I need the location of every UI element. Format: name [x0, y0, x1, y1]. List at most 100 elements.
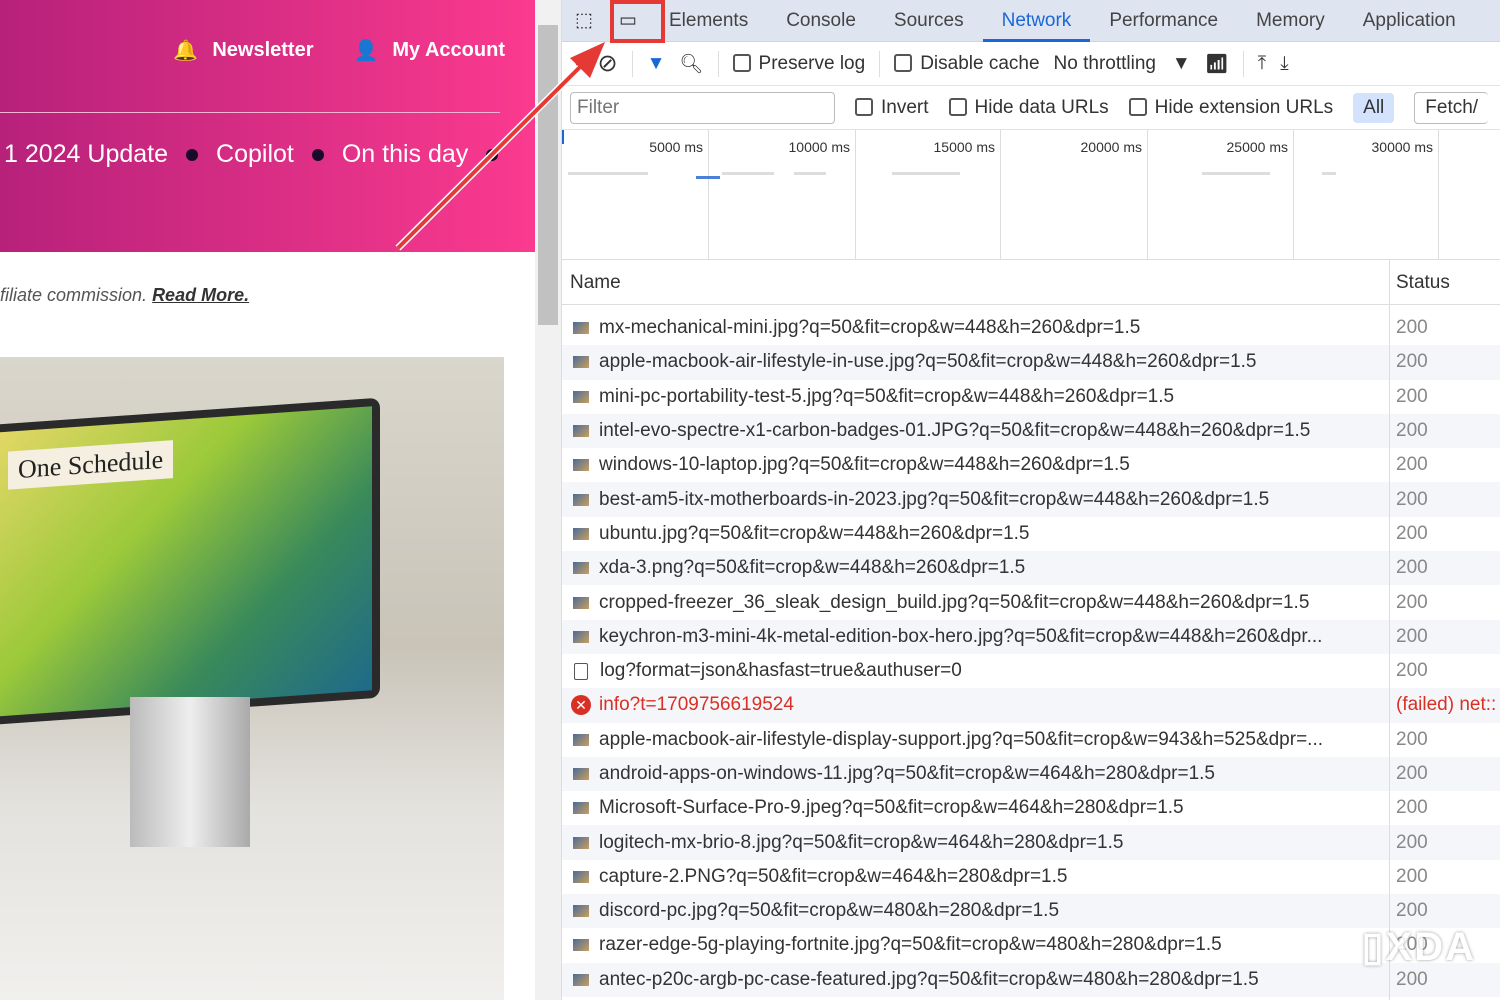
- error-icon: ✕: [571, 695, 591, 716]
- hide-extension-urls-checkbox[interactable]: Hide extension URLs: [1128, 97, 1333, 119]
- newsletter-link[interactable]: 🔔 Newsletter: [173, 38, 313, 63]
- image-icon: [573, 836, 589, 849]
- request-name: logitech-mx-brio-8.jpg?q=50&fit=crop&w=4…: [599, 831, 1124, 853]
- image-icon: [573, 870, 589, 883]
- request-status: 200: [1396, 351, 1428, 373]
- request-status: 200: [1396, 454, 1428, 476]
- request-status: 200: [1396, 900, 1428, 922]
- filter-fetch-button[interactable]: Fetch/: [1414, 91, 1489, 124]
- request-status: 200: [1396, 385, 1428, 407]
- disable-cache-checkbox[interactable]: Disable cache: [894, 53, 1040, 75]
- request-row[interactable]: capture-2.PNG?q=50&fit=crop&w=464&h=280&…: [562, 860, 1500, 894]
- request-row[interactable]: apple-macbook-air-lifestyle-display-supp…: [562, 723, 1500, 757]
- article-hero-image: One Schedule: [0, 357, 504, 1000]
- request-status: 200: [1396, 420, 1428, 442]
- tab-console[interactable]: Console: [767, 0, 875, 42]
- trending-link[interactable]: 1 2024 Update: [4, 140, 168, 169]
- user-check-icon: 👤: [353, 40, 379, 62]
- image-icon: [573, 768, 589, 780]
- network-conditions-icon[interactable]: 📶︎: [1205, 52, 1229, 76]
- tab-elements[interactable]: Elements: [650, 0, 767, 42]
- image-icon: [573, 802, 589, 815]
- my-account-link[interactable]: 👤 My Account: [353, 38, 505, 63]
- preserve-log-checkbox[interactable]: Preserve log: [732, 53, 865, 75]
- image-icon: [573, 493, 589, 506]
- timeline-tick: 5000 ms: [649, 139, 703, 155]
- photo-text: One Schedule: [8, 440, 174, 490]
- my-account-label: My Account: [392, 39, 505, 61]
- hide-data-urls-checkbox[interactable]: Hide data URLs: [948, 97, 1109, 119]
- request-status: 200: [1396, 557, 1428, 579]
- timeline-tick: 30000 ms: [1371, 139, 1433, 155]
- image-icon: [573, 356, 589, 369]
- request-name: apple-macbook-air-lifestyle-in-use.jpg?q…: [599, 351, 1257, 373]
- inspect-element-icon[interactable]: ⬚: [562, 0, 606, 42]
- tab-performance[interactable]: Performance: [1090, 0, 1237, 42]
- image-icon: [573, 905, 589, 918]
- request-status: 200: [1396, 522, 1428, 544]
- filter-all-button[interactable]: All: [1353, 92, 1395, 123]
- request-row[interactable]: Microsoft-Surface-Pro-9.jpeg?q=50&fit=cr…: [562, 791, 1500, 825]
- request-row[interactable]: xda-3.png?q=50&fit=crop&w=448&h=260&dpr=…: [562, 551, 1500, 586]
- filter-bar: Invert Hide data URLs Hide extension URL…: [562, 86, 1500, 130]
- request-row[interactable]: razer-edge-5g-playing-fortnite.jpg?q=50&…: [562, 928, 1500, 962]
- trending-bar: 1 2024 Update Copilot On this day: [4, 140, 499, 169]
- read-more-link[interactable]: Read More.: [152, 285, 249, 305]
- network-toolbar: ◖ ⊘ ▼ 🔍︎ Preserve log Disable cache No t…: [562, 42, 1500, 86]
- scrollbar-thumb[interactable]: [538, 25, 558, 325]
- column-name[interactable]: Name: [570, 272, 621, 294]
- page-scrollbar[interactable]: [535, 0, 562, 1000]
- request-row[interactable]: ubuntu.jpg?q=50&fit=crop&w=448&h=260&dpr…: [562, 517, 1500, 551]
- request-status: (failed) net::: [1396, 694, 1497, 716]
- image-icon: [573, 390, 589, 403]
- requests-list: mx-mechanical-mini.jpg?q=50&fit=crop&w=4…: [562, 311, 1500, 997]
- request-row[interactable]: cropped-freezer_36_sleak_design_build.jp…: [562, 585, 1500, 619]
- request-name: best-am5-itx-motherboards-in-2023.jpg?q=…: [599, 488, 1270, 510]
- request-row[interactable]: windows-10-laptop.jpg?q=50&fit=crop&w=44…: [562, 448, 1500, 482]
- import-har-icon[interactable]: ⤒: [1258, 53, 1266, 75]
- request-row[interactable]: best-am5-itx-motherboards-in-2023.jpg?q=…: [562, 482, 1500, 517]
- network-timeline[interactable]: 5000 ms 10000 ms 15000 ms 20000 ms 25000…: [562, 130, 1500, 260]
- request-name: android-apps-on-windows-11.jpg?q=50&fit=…: [599, 763, 1215, 784]
- filter-input[interactable]: [570, 91, 835, 124]
- request-status: 200: [1396, 728, 1428, 750]
- clear-icon[interactable]: ⊘: [597, 49, 617, 78]
- bell-icon: 🔔: [173, 40, 199, 62]
- request-row[interactable]: apple-macbook-air-lifestyle-in-use.jpg?q…: [562, 345, 1500, 380]
- request-row[interactable]: mini-pc-portability-test-5.jpg?q=50&fit=…: [562, 380, 1500, 414]
- newsletter-label: Newsletter: [212, 39, 314, 61]
- tab-network[interactable]: Network: [982, 0, 1091, 42]
- request-status: 200: [1396, 625, 1428, 647]
- trending-link[interactable]: Copilot: [216, 140, 294, 169]
- request-name: antec-p20c-argb-pc-case-featured.jpg?q=5…: [599, 968, 1259, 990]
- tab-memory[interactable]: Memory: [1237, 0, 1344, 42]
- request-name: info?t=1709756619524: [599, 694, 794, 716]
- request-row[interactable]: keychron-m3-mini-4k-metal-edition-box-he…: [562, 619, 1500, 654]
- trending-link[interactable]: On this day: [342, 140, 468, 169]
- export-har-icon[interactable]: ⤓: [1280, 53, 1288, 75]
- record-icon[interactable]: ◖: [572, 53, 583, 75]
- request-row[interactable]: log?format=json&hasfast=true&authuser=0 2…: [562, 654, 1500, 688]
- tab-sources[interactable]: Sources: [875, 0, 983, 42]
- affiliate-disclaimer: filiate commission. Read More.: [0, 285, 250, 305]
- column-status[interactable]: Status: [1396, 272, 1450, 294]
- request-name: Microsoft-Surface-Pro-9.jpeg?q=50&fit=cr…: [599, 797, 1184, 819]
- request-row[interactable]: ✕ info?t=1709756619524 (failed) net::: [562, 688, 1500, 723]
- image-icon: [573, 459, 589, 472]
- throttling-select[interactable]: No throttling ▼: [1054, 53, 1191, 75]
- request-status: 200: [1396, 488, 1428, 510]
- request-name: windows-10-laptop.jpg?q=50&fit=crop&w=44…: [599, 454, 1130, 476]
- filter-icon[interactable]: ▼: [647, 53, 666, 75]
- request-row[interactable]: android-apps-on-windows-11.jpg?q=50&fit=…: [562, 756, 1500, 792]
- invert-checkbox[interactable]: Invert: [855, 97, 929, 119]
- image-icon: [573, 425, 589, 438]
- request-row[interactable]: antec-p20c-argb-pc-case-featured.jpg?q=5…: [562, 962, 1500, 997]
- request-row[interactable]: discord-pc.jpg?q=50&fit=crop&w=480&h=280…: [562, 894, 1500, 929]
- request-row[interactable]: mx-mechanical-mini.jpg?q=50&fit=crop&w=4…: [562, 311, 1500, 345]
- image-icon: [573, 733, 589, 746]
- request-name: mx-mechanical-mini.jpg?q=50&fit=crop&w=4…: [599, 317, 1141, 339]
- tab-application[interactable]: Application: [1344, 0, 1475, 42]
- search-icon[interactable]: 🔍︎: [679, 52, 703, 76]
- request-row[interactable]: logitech-mx-brio-8.jpg?q=50&fit=crop&w=4…: [562, 825, 1500, 860]
- request-row[interactable]: intel-evo-spectre-x1-carbon-badges-01.JP…: [562, 413, 1500, 449]
